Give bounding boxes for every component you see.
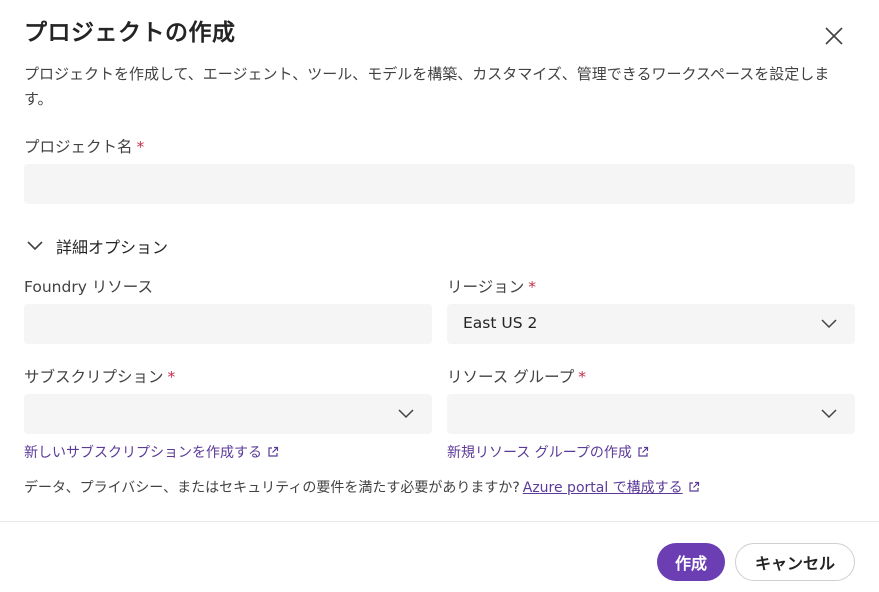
create-resource-group-link[interactable]: 新規リソース グループの作成: [447, 442, 649, 462]
azure-portal-link[interactable]: Azure portal で構成する: [523, 477, 700, 497]
required-mark: *: [528, 278, 536, 296]
advanced-options-toggle[interactable]: 詳細オプション: [26, 234, 168, 258]
region-dropdown[interactable]: East US 2: [447, 304, 855, 344]
project-name-input[interactable]: [24, 164, 855, 204]
chevron-down-icon: [27, 241, 43, 251]
subscription-dropdown[interactable]: [24, 394, 432, 434]
advanced-options-label: 詳細オプション: [56, 238, 169, 257]
external-link-icon: [638, 446, 649, 457]
subscription-label: サブスクリプション *: [24, 365, 175, 387]
chevron-down-icon: [398, 409, 414, 419]
project-name-label: プロジェクト名 *: [24, 135, 144, 157]
create-button[interactable]: 作成: [657, 543, 725, 581]
region-label: リージョン *: [447, 275, 536, 297]
foundry-resource-label: Foundry リソース: [24, 278, 154, 296]
resource-group-label: リソース グループ *: [447, 365, 586, 387]
create-subscription-link[interactable]: 新しいサブスクリプションを作成する: [24, 442, 279, 462]
create-subscription-link-text: 新しいサブスクリプションを作成する: [24, 445, 262, 461]
required-mark: *: [167, 368, 176, 386]
chevron-down-icon: [821, 409, 837, 419]
create-resource-group-link-text: 新規リソース グループの作成: [447, 445, 632, 461]
dialog-title: プロジェクトの作成: [24, 20, 236, 46]
region-selected-value: East US 2: [463, 314, 538, 332]
required-mark: *: [136, 138, 145, 156]
resource-group-dropdown[interactable]: [447, 394, 855, 434]
subscription-label-text: サブスクリプション: [24, 368, 164, 386]
dialog-description: プロジェクトを作成して、エージェント、ツール、モデルを構築、カスタマイズ、管理で…: [24, 65, 830, 108]
external-link-icon: [689, 481, 699, 492]
azure-portal-link-text: Azure portal で構成する: [522, 480, 683, 496]
cancel-button[interactable]: キャンセル: [735, 543, 855, 581]
project-name-label-text: プロジェクト名: [24, 138, 133, 156]
create-project-dialog: プロジェクトの作成 プロジェクトを作成して、エージェント、ツール、モデルを構築、…: [0, 0, 879, 592]
foundry-resource-input[interactable]: [24, 304, 432, 344]
close-button[interactable]: [818, 20, 850, 52]
region-label-text: リージョン: [447, 278, 525, 296]
footer-divider: [0, 521, 879, 522]
required-mark: *: [578, 368, 586, 386]
close-icon: [825, 27, 843, 45]
external-link-icon: [268, 446, 279, 457]
chevron-down-icon: [821, 319, 837, 329]
compliance-note-text: データ、プライバシー、またはセキュリティの要件を満たす必要がありますか?: [24, 480, 520, 496]
resource-group-label-text: リソース グループ: [447, 368, 575, 386]
compliance-note: データ、プライバシー、またはセキュリティの要件を満たす必要がありますか? Azu…: [24, 477, 700, 497]
